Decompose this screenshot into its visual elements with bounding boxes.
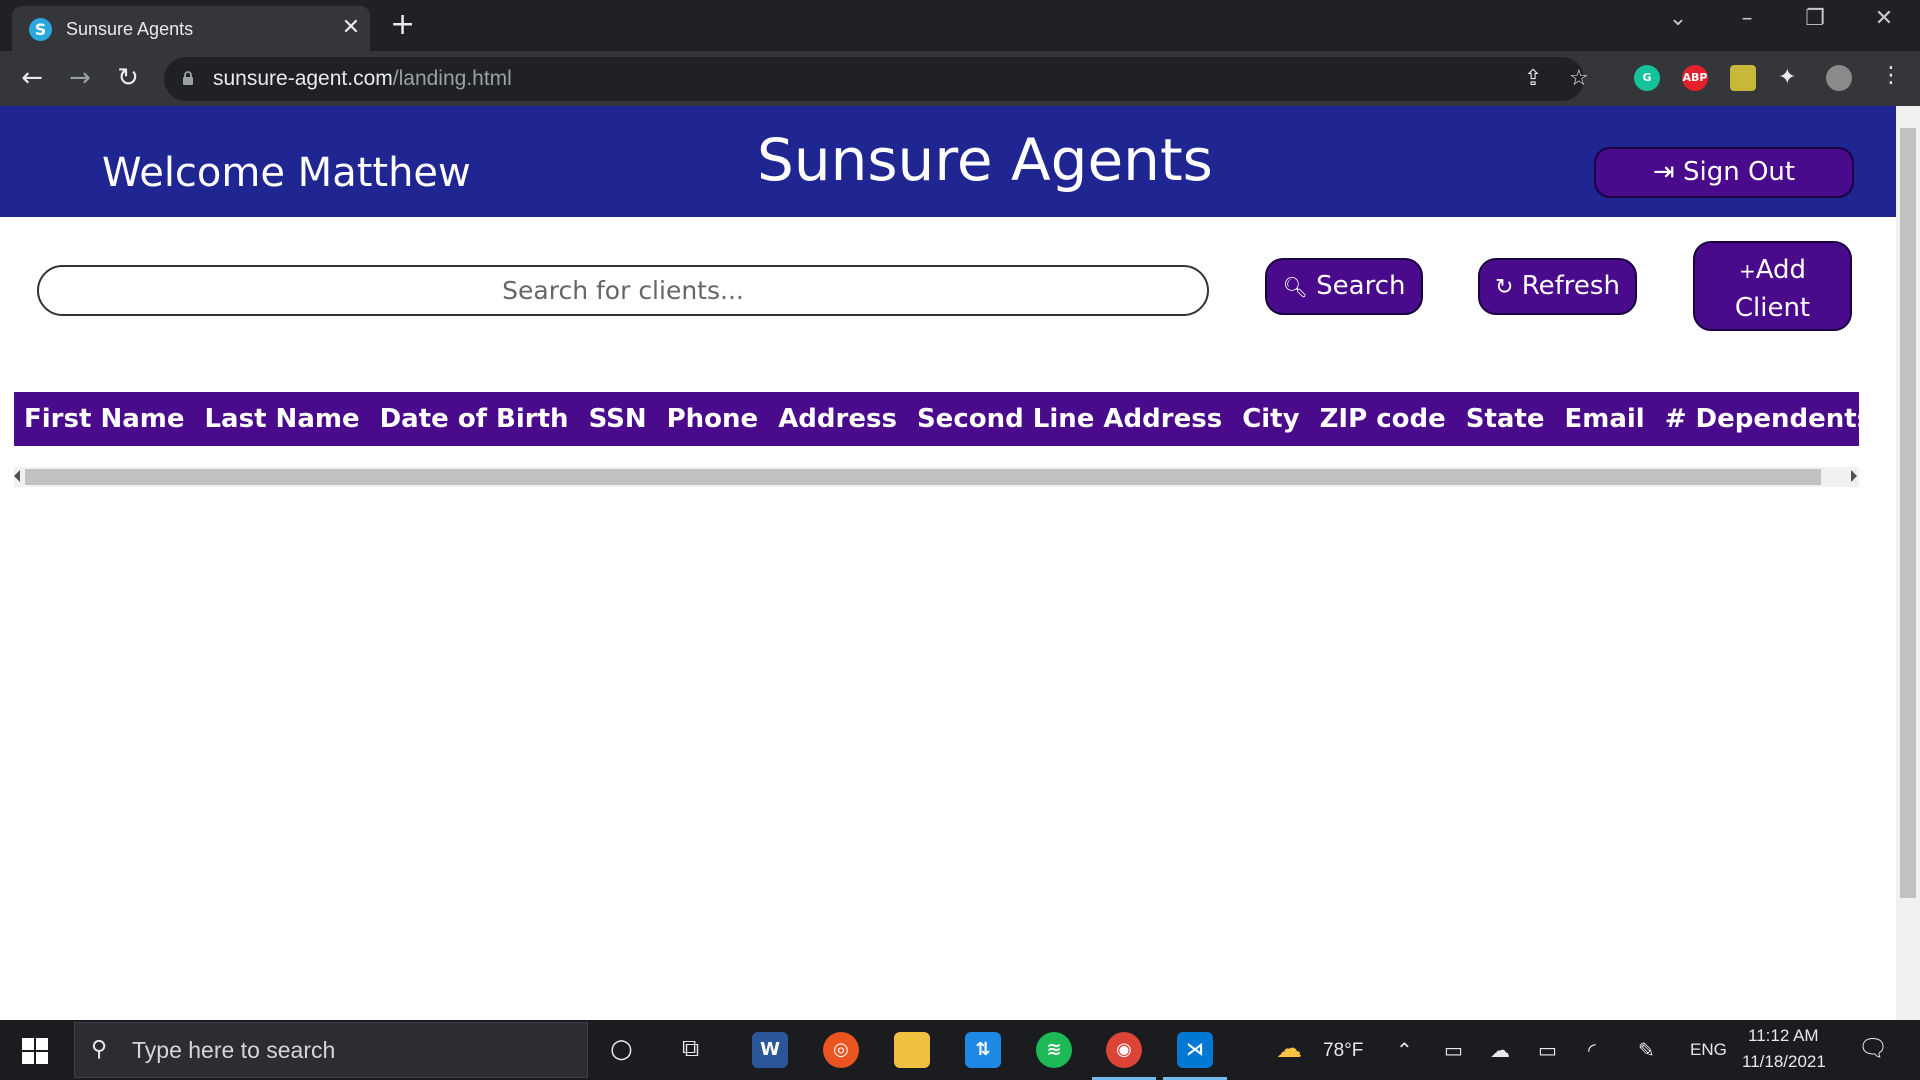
- search-icon: 🔍︎: [1282, 275, 1308, 299]
- column-header: Date of Birth: [379, 404, 569, 434]
- language-indicator[interactable]: ENG: [1690, 1040, 1727, 1060]
- new-tab-icon[interactable]: +: [390, 10, 415, 40]
- url-host: sunsure-agent.com: [213, 67, 393, 90]
- vscode-app-icon[interactable]: ⋊: [1177, 1032, 1213, 1068]
- add-client-button[interactable]: +Add Client: [1693, 241, 1852, 331]
- upload-app-icon[interactable]: ⇅: [965, 1032, 1001, 1068]
- pen-icon[interactable]: ✎: [1638, 1038, 1655, 1062]
- cortana-icon[interactable]: ○: [610, 1034, 633, 1064]
- task-view-icon[interactable]: ⧉: [682, 1034, 699, 1062]
- site-favicon-icon: S: [29, 18, 52, 41]
- browser-toolbar: ← → ↻ sunsure-agent.com/landing.html ⇪ ☆…: [0, 51, 1920, 106]
- vertical-scrollbar[interactable]: [1896, 106, 1920, 1020]
- bookmark-star-icon[interactable]: ☆: [1569, 66, 1589, 91]
- search-button[interactable]: 🔍︎ Search: [1265, 258, 1423, 315]
- minimize-icon[interactable]: –: [1727, 6, 1767, 31]
- taskbar-search-box[interactable]: ⚲ Type here to search: [74, 1022, 588, 1078]
- extension-icon[interactable]: [1730, 65, 1756, 91]
- scroll-right-icon[interactable]: [1851, 470, 1857, 482]
- grammarly-extension-icon[interactable]: G: [1634, 65, 1660, 91]
- app-header: Welcome Matthew Sunsure Agents ⇥ Sign Ou…: [0, 106, 1896, 217]
- sign-out-icon: ⇥: [1652, 157, 1675, 187]
- browser-menu-icon[interactable]: ⋮: [1880, 63, 1902, 88]
- clients-table: First Name Last Name Date of Birth SSN Phone…: [14, 392, 1859, 487]
- url-path: /landing.html: [392, 67, 512, 90]
- address-bar[interactable]: sunsure-agent.com/landing.html ⇪ ☆: [164, 57, 1589, 101]
- column-header: Second Line Address: [916, 404, 1223, 434]
- refresh-label: Refresh: [1521, 270, 1620, 301]
- file-explorer-icon[interactable]: [894, 1032, 930, 1068]
- table-header-row: First Name Last Name Date of Birth SSN Phone…: [14, 392, 1859, 446]
- notifications-icon[interactable]: 🗨︎: [1858, 1034, 1888, 1062]
- column-header: Address: [778, 404, 897, 434]
- column-header: City: [1242, 404, 1300, 434]
- column-header: Email: [1564, 404, 1645, 434]
- weather-icon[interactable]: ☁: [1276, 1034, 1302, 1064]
- windows-start-icon[interactable]: [22, 1038, 48, 1064]
- column-header: SSN: [588, 404, 647, 434]
- column-header: Last Name: [204, 404, 360, 434]
- ubuntu-app-icon[interactable]: ◎: [823, 1032, 859, 1068]
- page: Welcome Matthew Sunsure Agents ⇥ Sign Ou…: [0, 106, 1896, 1020]
- adblock-extension-icon[interactable]: ABP: [1682, 65, 1708, 91]
- show-hidden-icons-icon[interactable]: ⌃: [1396, 1038, 1413, 1062]
- weather-temperature[interactable]: 78°F: [1323, 1040, 1363, 1062]
- spotify-app-icon[interactable]: ≋: [1036, 1032, 1072, 1068]
- word-app-icon[interactable]: W: [752, 1032, 788, 1068]
- refresh-button[interactable]: ↻ Refresh: [1478, 258, 1637, 315]
- tab-title: Sunsure Agents: [66, 19, 194, 39]
- chrome-app-icon[interactable]: ◉: [1106, 1032, 1142, 1068]
- meet-now-icon[interactable]: ▭: [1444, 1038, 1463, 1062]
- client-search-input[interactable]: [37, 265, 1209, 316]
- site-title: Sunsure Agents: [757, 126, 1213, 194]
- search-icon: ⚲: [91, 1037, 108, 1062]
- wifi-icon[interactable]: ◜: [1588, 1038, 1596, 1062]
- column-header: # Dependents: [1664, 404, 1859, 434]
- battery-icon[interactable]: ▭: [1538, 1038, 1557, 1062]
- profile-avatar[interactable]: [1826, 65, 1852, 91]
- browser-tab[interactable]: S Sunsure Agents ✕: [12, 6, 370, 51]
- share-icon[interactable]: ⇪: [1524, 66, 1542, 91]
- refresh-icon: ↻: [1495, 274, 1514, 300]
- sign-out-button[interactable]: ⇥ Sign Out: [1594, 147, 1854, 198]
- close-window-icon[interactable]: ✕: [1864, 6, 1904, 31]
- horizontal-scrollbar-thumb[interactable]: [25, 469, 1821, 485]
- clock-time[interactable]: 11:12 AM: [1748, 1026, 1819, 1046]
- column-header: Phone: [666, 404, 759, 434]
- plus-icon: +: [1738, 258, 1756, 283]
- welcome-message: Welcome Matthew: [102, 150, 471, 196]
- horizontal-scrollbar[interactable]: [14, 467, 1859, 487]
- scroll-left-icon[interactable]: [14, 470, 20, 482]
- windows-taskbar: ⚲ Type here to search ○ ⧉ W ◎ ⇅ ≋ ◉ ⋊ ☁ …: [0, 1020, 1920, 1080]
- column-header: ZIP code: [1319, 404, 1446, 434]
- taskbar-search-placeholder: Type here to search: [132, 1037, 336, 1063]
- url-text: sunsure-agent.com/landing.html: [213, 67, 512, 91]
- extensions-puzzle-icon[interactable]: ✦: [1778, 65, 1796, 90]
- column-header: State: [1465, 404, 1545, 434]
- search-label: Search: [1316, 271, 1406, 301]
- forward-icon[interactable]: →: [60, 61, 100, 95]
- clock-date[interactable]: 11/18/2021: [1742, 1052, 1826, 1072]
- add-client-label-line1: Add: [1755, 254, 1807, 285]
- vertical-scrollbar-thumb[interactable]: [1900, 128, 1916, 898]
- sign-out-label: Sign Out: [1682, 157, 1796, 187]
- browser-tab-bar: S Sunsure Agents ✕ + ⌄ – ❐ ✕: [0, 0, 1920, 51]
- tab-search-icon[interactable]: ⌄: [1658, 6, 1698, 31]
- onedrive-icon[interactable]: ☁: [1490, 1038, 1510, 1062]
- restore-icon[interactable]: ❐: [1795, 6, 1835, 31]
- column-header: First Name: [24, 404, 185, 434]
- back-icon[interactable]: ←: [12, 61, 52, 95]
- lock-icon: [183, 71, 193, 85]
- add-client-label-line2: Client: [1734, 292, 1811, 323]
- reload-icon[interactable]: ↻: [108, 61, 148, 95]
- close-tab-icon[interactable]: ✕: [338, 15, 364, 41]
